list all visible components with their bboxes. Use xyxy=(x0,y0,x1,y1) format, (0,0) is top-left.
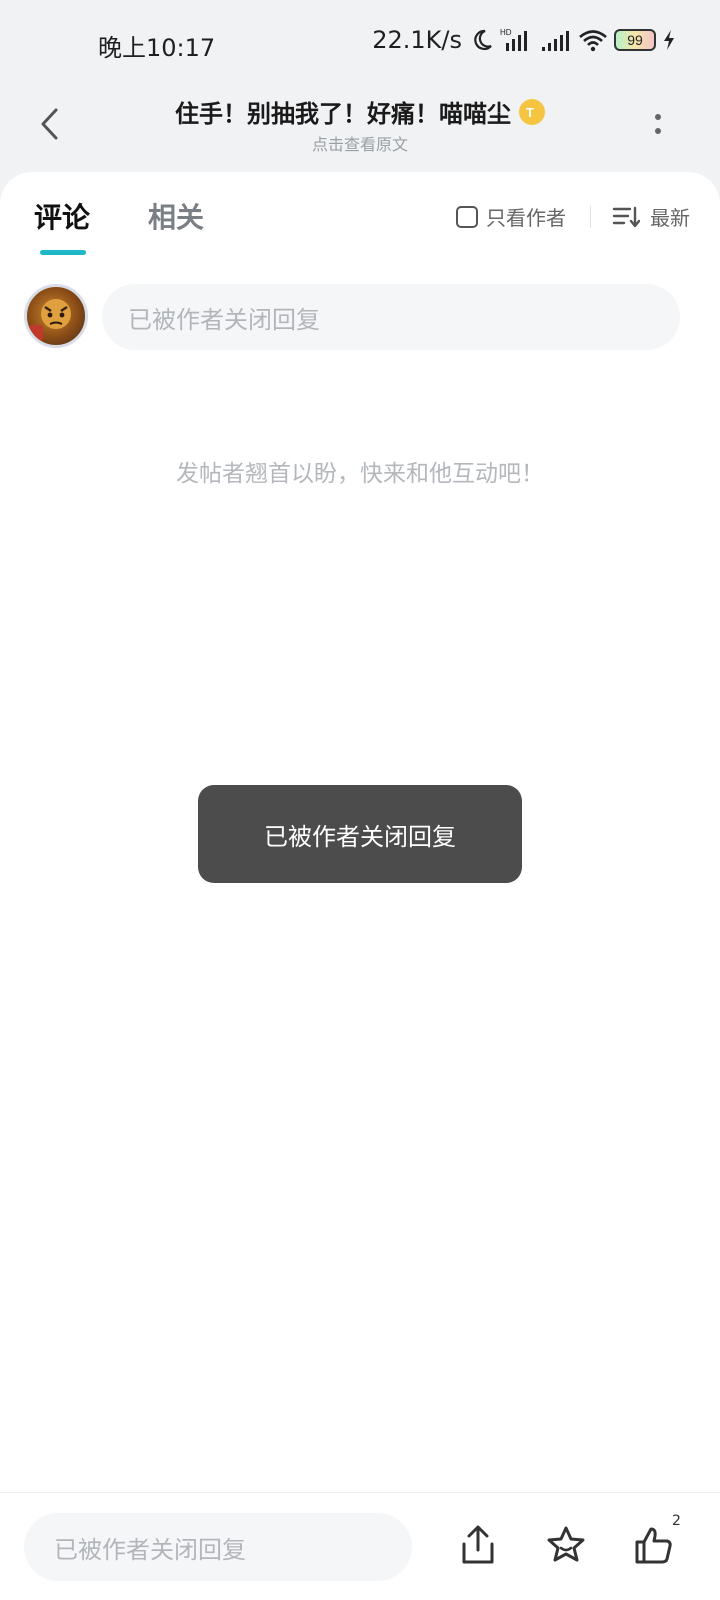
like-count: 2 xyxy=(672,1513,681,1529)
sort-label: 最新 xyxy=(650,206,690,230)
bottom-reply-input[interactable]: 已被作者关闭回复 xyxy=(24,1513,412,1581)
share-button[interactable] xyxy=(454,1519,502,1571)
status-time: 晚上10:17 xyxy=(98,34,216,62)
tab-bar: 评论 相关 只看作者 最新 xyxy=(0,172,720,262)
network-speed: 22.1K/s xyxy=(372,26,462,54)
hd-signal-icon: HD xyxy=(500,27,534,53)
title-area[interactable]: 住手！别抽我了！好痛！喵喵尘 T 点击查看原文 xyxy=(110,94,610,155)
favorite-icon xyxy=(547,1526,585,1562)
wifi-icon xyxy=(578,28,608,52)
divider xyxy=(590,206,591,228)
sort-icon xyxy=(612,206,640,227)
favorite-button[interactable] xyxy=(542,1519,590,1571)
comment-input-row: 已被作者关闭回复 xyxy=(24,284,696,352)
reply-input[interactable]: 已被作者关闭回复 xyxy=(102,284,680,350)
status-icons: 22.1K/s HD 99 xyxy=(372,26,676,54)
svg-text:T: T xyxy=(526,105,534,120)
active-tab-indicator xyxy=(40,250,86,255)
battery-icon: 99 xyxy=(614,29,656,51)
status-bar: 晚上10:17 22.1K/s HD 99 xyxy=(0,0,720,90)
bottom-action-bar: 已被作者关闭回复 2 xyxy=(0,1492,720,1600)
post-header: 住手！别抽我了！好痛！喵喵尘 T 点击查看原文 xyxy=(0,88,720,168)
avatar[interactable] xyxy=(24,284,88,348)
checkbox-icon[interactable] xyxy=(456,205,478,228)
coin-badge-icon: T xyxy=(519,98,545,125)
chevron-left-icon xyxy=(41,108,58,140)
author-only-toggle[interactable]: 只看作者 xyxy=(456,202,566,231)
battery-level: 99 xyxy=(627,32,643,48)
toast-message: 已被作者关闭回复 xyxy=(198,785,522,883)
charging-icon xyxy=(662,29,676,51)
empty-state-text: 发帖者翘首以盼，快来和他互动吧！ xyxy=(176,461,544,487)
sort-button[interactable]: 最新 xyxy=(612,202,690,231)
moon-icon xyxy=(470,28,494,52)
back-button[interactable] xyxy=(30,96,70,152)
share-icon xyxy=(462,1525,494,1564)
signal-icon xyxy=(540,27,572,53)
view-original-link[interactable]: 点击查看原文 xyxy=(110,131,610,155)
avatar-image xyxy=(29,299,71,341)
like-icon xyxy=(635,1527,672,1564)
svg-text:HD: HD xyxy=(500,28,512,37)
more-vertical-icon xyxy=(655,114,661,134)
post-title: 住手！别抽我了！好痛！喵喵尘 xyxy=(175,100,511,128)
tab-comments[interactable]: 评论 xyxy=(34,196,90,236)
tab-related[interactable]: 相关 xyxy=(148,196,204,236)
author-only-label: 只看作者 xyxy=(486,206,566,230)
more-options-button[interactable] xyxy=(644,102,672,146)
like-button[interactable] xyxy=(630,1519,678,1571)
